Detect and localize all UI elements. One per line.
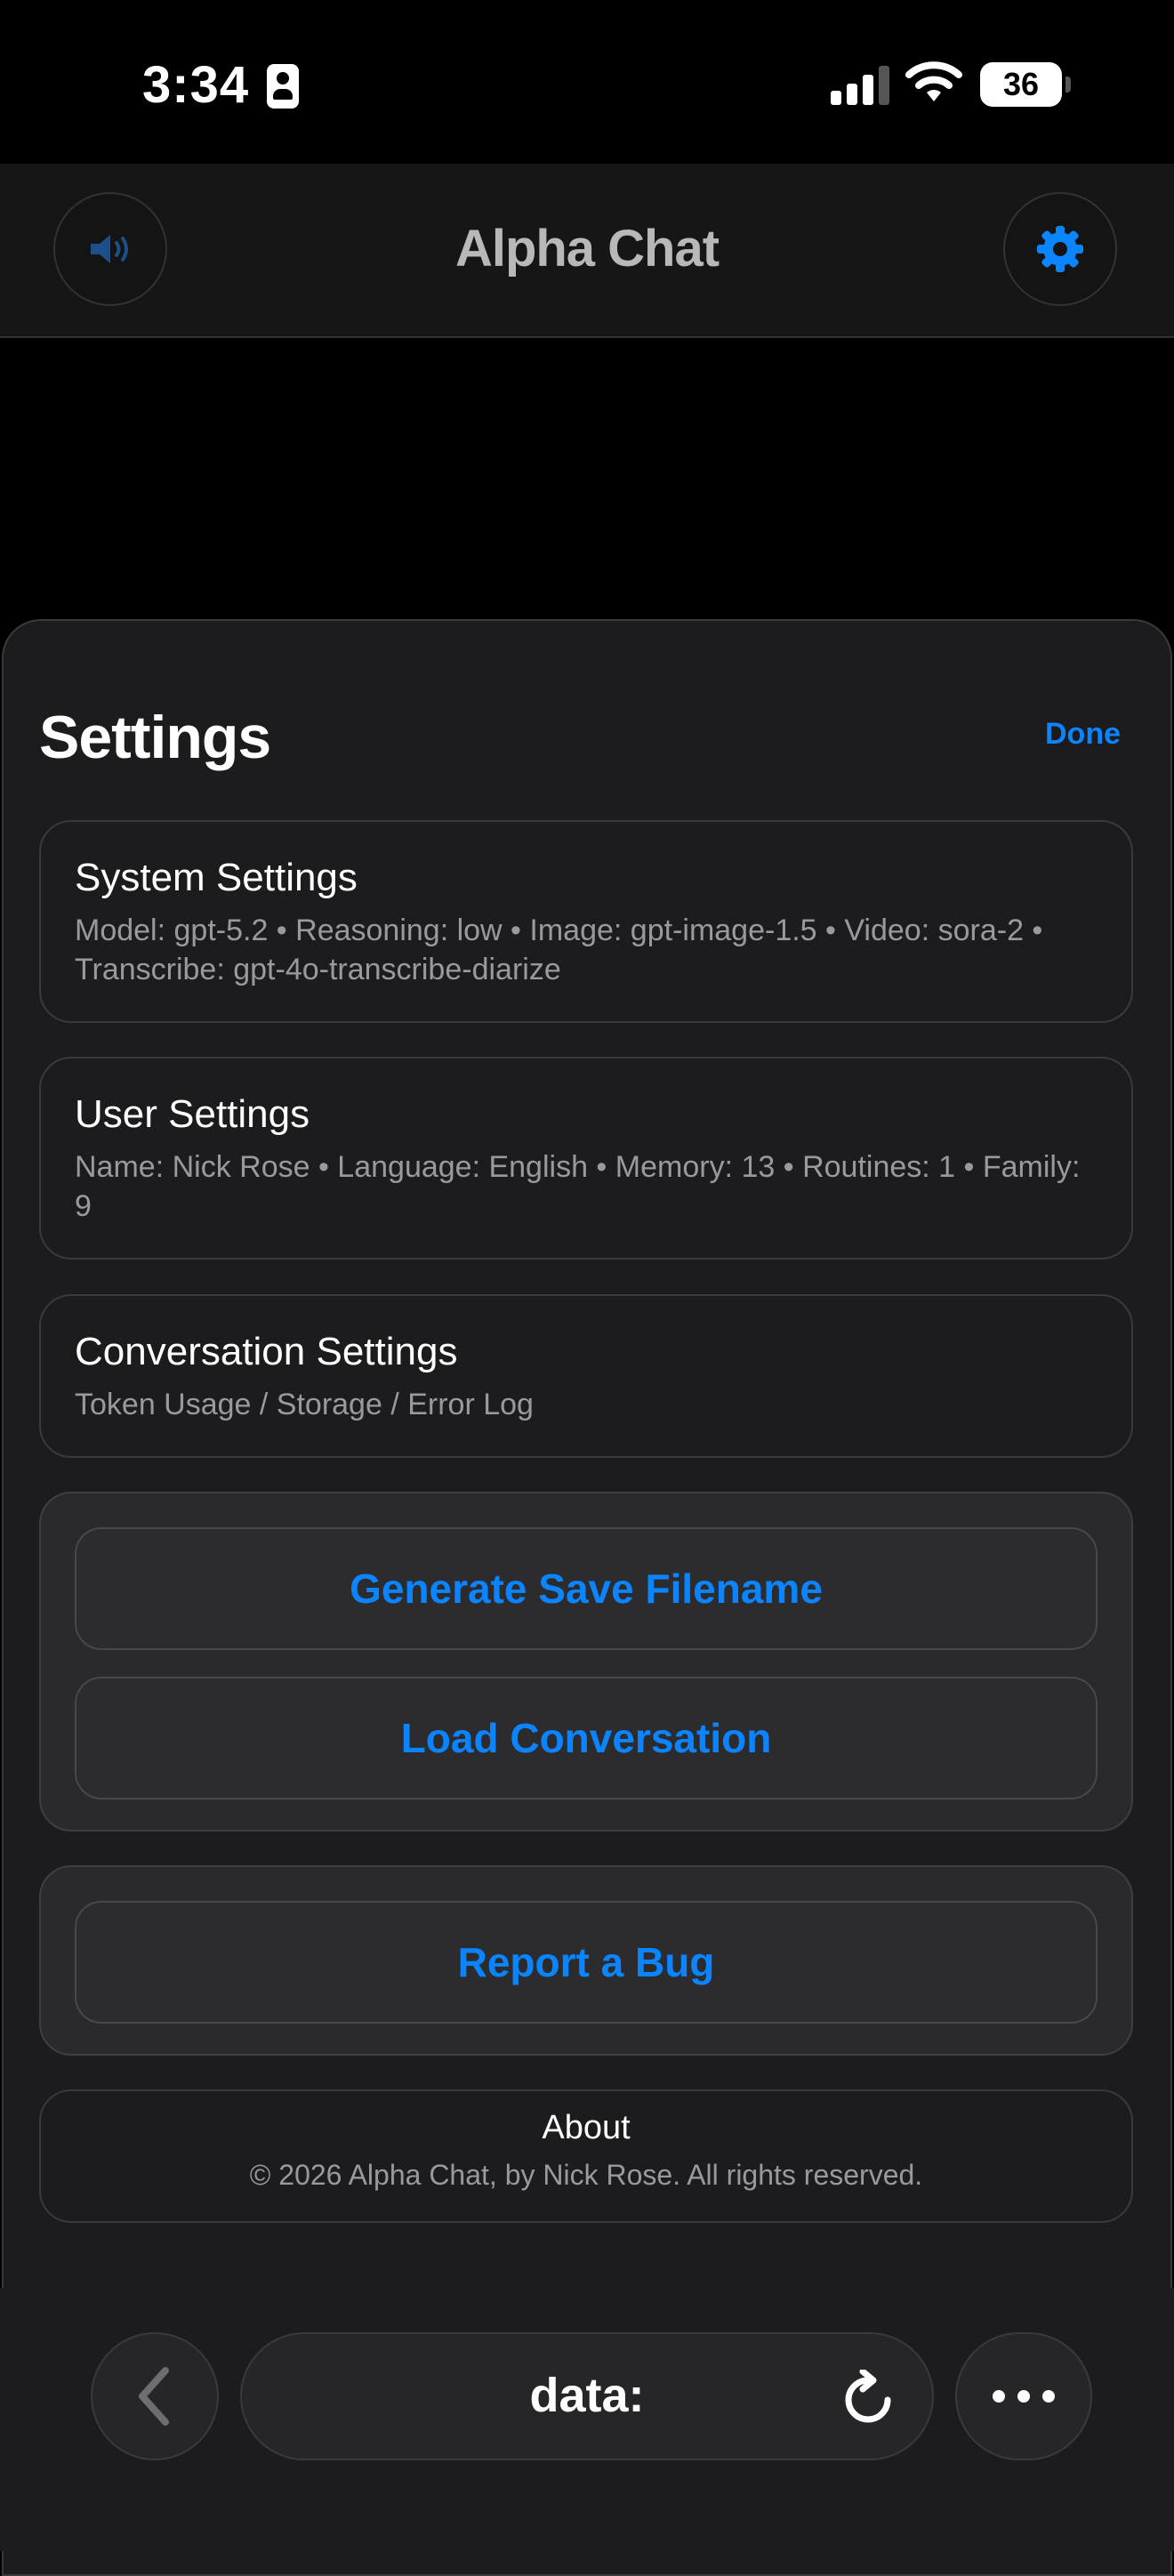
card-title: Conversation Settings: [75, 1330, 458, 1373]
copyright-text: © 2026 Alpha Chat, by Nick Rose. All rig…: [249, 2159, 923, 2191]
app-title: Alpha Chat: [454, 220, 720, 278]
status-time: 3:34: [142, 56, 250, 114]
chevron-left-icon: [139, 2367, 169, 2426]
about-card: About © 2026 Alpha Chat, by Nick Rose. A…: [39, 2089, 1133, 2223]
gear-icon: [1037, 226, 1083, 272]
settings-title: Settings: [39, 704, 271, 771]
report-bug-button[interactable]: Report a Bug: [75, 1901, 1098, 2024]
wifi-icon: [905, 61, 962, 101]
card-title: System Settings: [75, 856, 358, 899]
card-subtitle: Name: Nick Rose • Language: English • Me…: [75, 1150, 1081, 1223]
load-conversation-button[interactable]: Load Conversation: [75, 1677, 1098, 1799]
user-settings-card[interactable]: User Settings Name: Nick Rose • Language…: [39, 1057, 1133, 1260]
card-title: User Settings: [75, 1092, 310, 1136]
conversation-settings-card[interactable]: Conversation Settings Token Usage / Stor…: [39, 1294, 1133, 1458]
more-options-button[interactable]: [955, 2332, 1092, 2460]
contact-card-icon: [267, 64, 299, 109]
cellular-signal-icon: [831, 66, 893, 105]
generate-save-filename-button[interactable]: Generate Save Filename: [75, 1527, 1098, 1650]
address-bar[interactable]: data:: [240, 2332, 934, 2460]
app-header: Alpha Chat: [0, 164, 1174, 338]
done-button[interactable]: Done: [1045, 717, 1121, 752]
about-title: About: [542, 2109, 631, 2146]
status-bar: 3:34 36: [0, 0, 1174, 164]
url-text: data:: [529, 2369, 645, 2422]
back-button[interactable]: [91, 2332, 219, 2460]
reload-icon[interactable]: [841, 2370, 895, 2427]
battery-indicator: 36: [980, 62, 1071, 107]
more-icon: [993, 2390, 1055, 2403]
system-settings-card[interactable]: System Settings Model: gpt-5.2 • Reasoni…: [39, 820, 1133, 1023]
bug-report-group: Report a Bug: [39, 1865, 1133, 2056]
card-subtitle: Token Usage / Storage / Error Log: [75, 1388, 534, 1421]
settings-button[interactable]: [1003, 192, 1117, 306]
conversation-actions-group: Generate Save Filename Load Conversation: [39, 1492, 1133, 1831]
card-subtitle: Model: gpt-5.2 • Reasoning: low • Image:…: [75, 914, 1043, 986]
